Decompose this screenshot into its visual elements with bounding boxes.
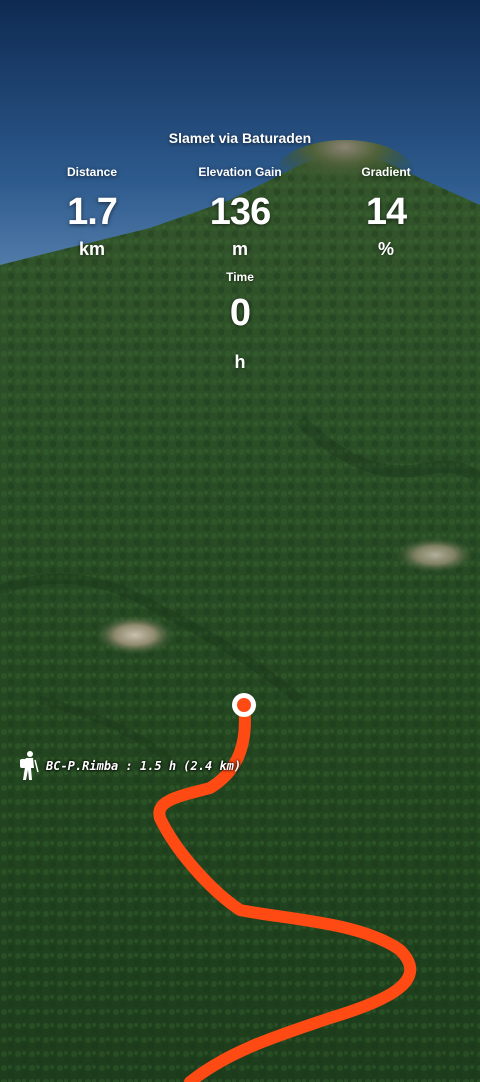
stat-value: 1.7 [67, 191, 118, 233]
clearing [395, 537, 475, 573]
stat-unit: h [234, 352, 246, 372]
stat-distance: Distance 1.7 km [22, 165, 162, 260]
waypoint-text: BC-P.Rimba : 1.5 h (2.4 km) [46, 759, 242, 773]
stat-label: Distance [66, 165, 118, 179]
stat-unit: m [231, 239, 248, 259]
stat-value: 14 [365, 191, 407, 233]
stat-value: 136 [209, 191, 271, 233]
stat-value: 0 [229, 292, 251, 334]
route-title: Slamet via Baturaden [168, 130, 312, 146]
hiker-icon [20, 751, 39, 780]
stat-time: Time 0 h [170, 270, 310, 373]
stat-gradient: Gradient 14 % [316, 165, 456, 260]
stat-unit: km [78, 239, 105, 259]
stat-label: Time [226, 270, 254, 284]
clearing [95, 615, 175, 655]
stat-label: Gradient [361, 165, 411, 179]
stat-label: Elevation Gain [198, 165, 282, 179]
terrain-map[interactable] [0, 0, 480, 1082]
stat-elevation-gain: Elevation Gain 136 m [170, 165, 310, 260]
stat-unit: % [377, 239, 394, 259]
waypoint-label[interactable]: BC-P.Rimba : 1.5 h (2.4 km) [18, 748, 241, 784]
